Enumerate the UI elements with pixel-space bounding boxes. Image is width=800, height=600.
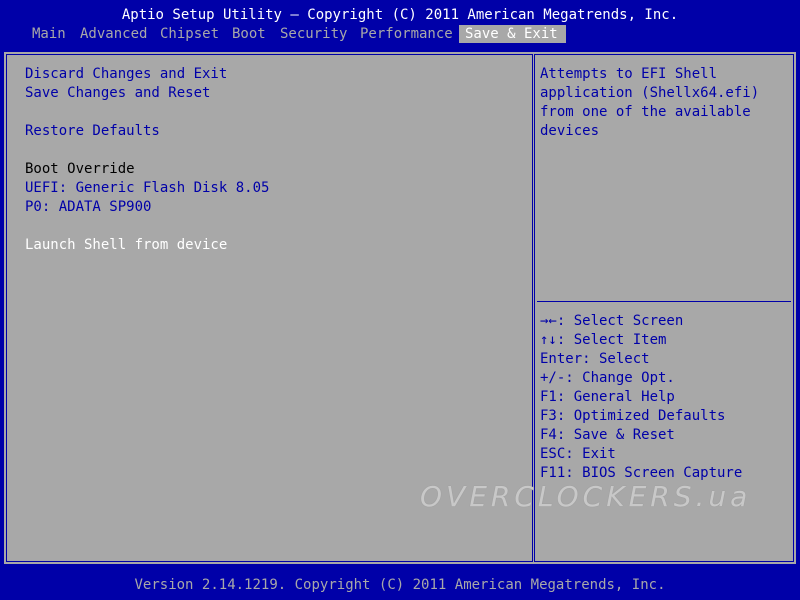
boot-override-heading: Boot Override [25, 161, 135, 177]
version-footer: Version 2.14.1219. Copyright (C) 2011 Am… [134, 577, 666, 593]
key-hint-select-item: ↑↓: Select Item [540, 332, 667, 348]
tab-save-exit[interactable]: Save & Exit [459, 25, 566, 43]
key-hint-optimized-defaults: F3: Optimized Defaults [540, 408, 726, 424]
key-hint-save-reset: F4: Save & Reset [540, 427, 675, 443]
key-hint-exit: ESC: Exit [540, 446, 616, 462]
discard-changes-exit-option[interactable]: Discard Changes and Exit [25, 65, 227, 84]
help-text-line: from one of the available [540, 104, 751, 120]
help-divider [537, 301, 791, 302]
restore-defaults-option[interactable]: Restore Defaults [25, 122, 160, 141]
tab-main[interactable]: Main [27, 25, 71, 43]
help-text-line: devices [540, 123, 600, 139]
boot-override-p0-adata-option[interactable]: P0: ADATA SP900 [25, 198, 151, 217]
save-changes-reset-option[interactable]: Save Changes and Reset [25, 84, 210, 103]
help-text-line: application (Shellx64.efi) [540, 85, 760, 101]
key-hint-general-help: F1: General Help [540, 389, 675, 405]
tab-security[interactable]: Security [275, 25, 352, 43]
tab-performance[interactable]: Performance [355, 25, 458, 43]
tab-boot[interactable]: Boot [227, 25, 271, 43]
key-hint-change-opt: +/-: Change Opt. [540, 370, 675, 386]
launch-shell-option[interactable]: Launch Shell from device [25, 236, 227, 255]
tab-bar: Main Advanced Chipset Boot Security Perf… [0, 25, 800, 43]
help-text-line: Attempts to EFI Shell [540, 66, 718, 82]
key-hint-enter: Enter: Select [540, 351, 650, 367]
tab-advanced[interactable]: Advanced [75, 25, 152, 43]
key-hint-select-screen: →←: Select Screen [540, 313, 684, 329]
watermark-logo: OVERCLOCKERS.ua [420, 480, 752, 513]
boot-override-uefi-flash-option[interactable]: UEFI: Generic Flash Disk 8.05 [25, 179, 269, 198]
window-title: Aptio Setup Utility – Copyright (C) 2011… [121, 7, 679, 23]
tab-chipset[interactable]: Chipset [155, 25, 224, 43]
